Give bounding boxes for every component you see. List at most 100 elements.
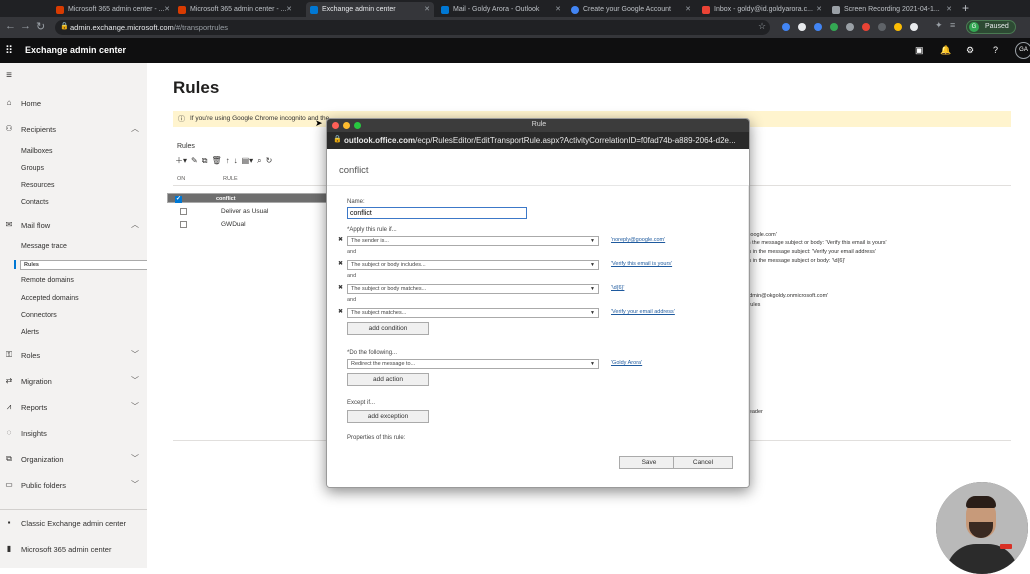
search-icon[interactable]: ⌕	[257, 156, 261, 165]
app-launcher-icon[interactable]: ⠿	[5, 44, 13, 57]
extension-icon[interactable]	[894, 23, 902, 31]
condition-select[interactable]: The subject or body includes... ▼	[347, 260, 599, 270]
remove-condition-icon[interactable]: ✖	[338, 260, 343, 267]
condition-select[interactable]: The subject or body matches... ▼	[347, 284, 599, 294]
rule-row[interactable]: Deliver as Usual	[173, 206, 303, 217]
scrollbar[interactable]	[748, 186, 749, 487]
extension-icon[interactable]	[862, 23, 870, 31]
delete-icon[interactable]: 🗑	[211, 156, 221, 165]
rule-name-input[interactable]: conflict	[347, 207, 527, 219]
reading-list-icon[interactable]: ≡	[950, 20, 955, 30]
forward-icon[interactable]: →	[20, 20, 31, 32]
user-avatar[interactable]: GA	[1015, 42, 1030, 59]
zoom-window-icon[interactable]	[354, 122, 361, 129]
condition-value-link[interactable]: 'noreply@google.com'	[611, 237, 665, 243]
action-value-link[interactable]: 'Goldy Arora'	[611, 360, 642, 366]
nav-m365-admin[interactable]: ▮ Microsoft 365 admin center	[0, 542, 147, 558]
nav-mail-flow[interactable]: ✉ Mail flow ︿	[0, 218, 147, 234]
remove-condition-icon[interactable]: ✖	[338, 236, 343, 243]
column-header-on[interactable]: ON	[177, 176, 185, 182]
condition-value-link[interactable]: 'Verify your email address'	[611, 309, 675, 315]
extension-icon[interactable]	[878, 23, 886, 31]
window-titlebar[interactable]: Rule	[327, 119, 749, 132]
nav-reports[interactable]: ⩘ Reports ﹀	[0, 400, 147, 416]
nav-classic-exchange[interactable]: ▪ Classic Exchange admin center	[0, 516, 147, 532]
remove-condition-icon[interactable]: ✖	[338, 284, 343, 291]
save-button[interactable]: Save	[619, 456, 679, 469]
nav-organization[interactable]: ⧉ Organization ﹀	[0, 452, 147, 468]
add-condition-button[interactable]: add condition	[347, 322, 429, 335]
close-tab-icon[interactable]: ✕	[424, 5, 430, 13]
export-icon[interactable]: ▤▾	[242, 156, 254, 165]
copy-icon[interactable]: ⧉	[202, 156, 208, 165]
move-up-icon[interactable]: ↑	[226, 156, 230, 165]
extension-icon[interactable]	[830, 23, 838, 31]
close-tab-icon[interactable]: ✕	[555, 5, 561, 13]
nav-insights[interactable]: ◌ Insights	[0, 426, 147, 442]
browser-tab-m365-admin-2[interactable]: Microsoft 365 admin center - ... ✕	[174, 2, 296, 17]
extension-icon[interactable]	[910, 23, 918, 31]
nav-remote-domains[interactable]: Remote domains	[21, 277, 74, 284]
edit-pencil-icon[interactable]: ✎	[191, 156, 198, 165]
close-tab-icon[interactable]: ✕	[164, 5, 170, 13]
condition-select[interactable]: The subject matches... ▼	[347, 308, 599, 318]
close-tab-icon[interactable]: ✕	[286, 5, 292, 13]
nav-collapse-icon[interactable]: ≡	[0, 70, 147, 82]
browser-tab-google-account[interactable]: Create your Google Account ✕	[567, 2, 695, 17]
help-icon[interactable]: ?	[993, 45, 998, 55]
settings-gear-icon[interactable]: ⚙	[966, 45, 974, 56]
extension-icon[interactable]	[782, 23, 790, 31]
rule-enabled-checkbox[interactable]	[180, 208, 187, 215]
add-exception-button[interactable]: add exception	[347, 410, 429, 423]
nav-mailboxes[interactable]: Mailboxes	[21, 148, 53, 155]
browser-tab-screen-recording[interactable]: Screen Recording 2021-04-1... ✕	[828, 2, 956, 17]
condition-select[interactable]: The sender is... ▼	[347, 236, 599, 246]
close-tab-icon[interactable]: ✕	[946, 5, 952, 13]
extension-icon[interactable]	[798, 23, 806, 31]
action-select[interactable]: Redirect the message to... ▼	[347, 359, 599, 369]
add-action-button[interactable]: add action	[347, 373, 429, 386]
nav-alerts[interactable]: Alerts	[21, 329, 39, 336]
column-header-rule[interactable]: RULE	[223, 176, 238, 182]
admin-icon[interactable]: ▣	[915, 45, 924, 56]
nav-roles[interactable]: ⚿ Roles ﹀	[0, 348, 147, 364]
app-title[interactable]: Exchange admin center	[25, 45, 126, 55]
back-icon[interactable]: ←	[5, 20, 16, 32]
nav-resources[interactable]: Resources	[21, 182, 54, 189]
add-icon[interactable]: ＋▾	[175, 156, 187, 165]
browser-tab-exchange-admin[interactable]: Exchange admin center ✕	[306, 2, 434, 17]
extension-icon[interactable]	[814, 23, 822, 31]
nav-migration[interactable]: ⇄ Migration ﹀	[0, 374, 147, 390]
notification-bell-icon[interactable]: 🔔	[940, 45, 951, 56]
profile-paused-button[interactable]: G Paused	[966, 20, 1016, 34]
browser-tab-gmail-inbox[interactable]: Inbox - goldy@id.goldyarora.c... ✕	[698, 2, 826, 17]
new-tab-button[interactable]: +	[962, 1, 969, 15]
rule-enabled-checkbox[interactable]	[180, 221, 187, 228]
close-tab-icon[interactable]: ✕	[816, 5, 822, 13]
condition-value-link[interactable]: '\d{6}'	[611, 285, 624, 291]
close-window-icon[interactable]	[332, 122, 339, 129]
nav-groups[interactable]: Groups	[21, 165, 44, 172]
cancel-button[interactable]: Cancel	[673, 456, 733, 469]
nav-public-folders[interactable]: ▭ Public folders ﹀	[0, 478, 147, 494]
reload-icon[interactable]: ↻	[36, 20, 45, 33]
minimize-window-icon[interactable]	[343, 122, 350, 129]
rule-row[interactable]: GWDual	[173, 219, 303, 230]
nav-connectors[interactable]: Connectors	[21, 312, 57, 319]
condition-value-link[interactable]: 'Verify this email is yours'	[611, 261, 672, 267]
nav-home[interactable]: ⌂ Home	[0, 96, 147, 112]
address-bar[interactable]: 🔒 admin.exchange.microsoft.com/#/transpo…	[55, 20, 770, 35]
browser-tab-outlook-mail[interactable]: Mail - Goldy Arora - Outlook ✕	[437, 2, 565, 17]
bookmark-star-icon[interactable]: ☆	[758, 21, 766, 32]
nav-message-trace[interactable]: Message trace	[21, 243, 67, 250]
close-tab-icon[interactable]: ✕	[685, 5, 691, 13]
extensions-puzzle-icon[interactable]: ✦	[935, 20, 943, 31]
remove-condition-icon[interactable]: ✖	[338, 308, 343, 315]
nav-contacts[interactable]: Contacts	[21, 199, 49, 206]
browser-tab-m365-admin-1[interactable]: Microsoft 365 admin center - ... ✕	[52, 2, 174, 17]
move-down-icon[interactable]: ↓	[234, 156, 238, 165]
rule-enabled-checkbox[interactable]: ✓	[175, 196, 182, 203]
nav-recipients[interactable]: ⚇ Recipients ︿	[0, 122, 147, 138]
extension-icon[interactable]	[846, 23, 854, 31]
nav-accepted-domains[interactable]: Accepted domains	[21, 295, 79, 302]
